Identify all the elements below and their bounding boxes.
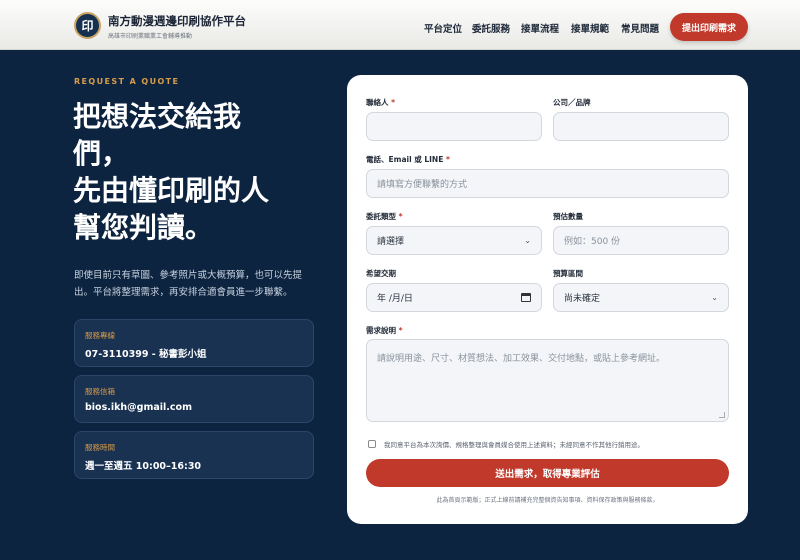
- nav-link-process[interactable]: 接單流程: [521, 21, 559, 35]
- contact-label: 聯絡人 *: [366, 98, 396, 107]
- date-input[interactable]: 年 /月/日: [366, 283, 542, 312]
- form-footnote: 此為首頁示範版；正式上線前請補充完整個資告知事項、資料保存政策與服務條款。: [436, 497, 659, 504]
- budget-label: 預算區間: [553, 269, 583, 278]
- quantity-placeholder: 例如：500 份: [564, 237, 621, 247]
- logo-icon[interactable]: 印: [74, 12, 101, 39]
- date-value: 年 /月/日: [377, 294, 413, 304]
- info-label: 服務信箱: [85, 387, 115, 396]
- contact-method-placeholder: 請填寫方便聯繫的方式: [377, 180, 468, 190]
- nav-link-positioning[interactable]: 平台定位: [424, 21, 462, 35]
- consent-text: 我同意平台為本次詢價、規格整理與會員媒合使用上述資料；未經同意不作其他行銷用途。: [384, 441, 644, 449]
- info-card-hours: 服務時間 週一至週五 10:00–16:30: [74, 431, 314, 479]
- chevron-down-icon: ⌄: [711, 293, 718, 302]
- type-label: 委託類型 *: [366, 212, 403, 221]
- quote-form: 聯絡人 * 公司／品牌 電話、Email 或 LINE * 請填寫方便聯繫的方式…: [347, 75, 748, 524]
- headline-line: 把想法交給我: [73, 100, 242, 133]
- quantity-input[interactable]: 例如：500 份: [553, 226, 729, 255]
- nav-link-rules[interactable]: 接單規範: [571, 21, 609, 35]
- phone-label: 電話、Email 或 LINE *: [366, 155, 450, 164]
- type-select-value: 請選擇: [377, 237, 405, 247]
- submit-request-button[interactable]: 提出印刷需求: [670, 13, 748, 41]
- info-value: 週一至週五 10:00–16:30: [85, 461, 202, 472]
- headline-line: 幫您判讀。: [73, 211, 214, 244]
- info-value: 07-3110399 - 秘書彭小姐: [85, 349, 207, 360]
- headline-line: 們，: [73, 137, 130, 170]
- description-placeholder: 請說明用途、尺寸、材質想法、加工效果、交付地點，或貼上參考網址。: [377, 354, 666, 364]
- description-textarea[interactable]: 請說明用途、尺寸、材質想法、加工效果、交付地點，或貼上參考網址。: [366, 339, 729, 422]
- info-card-email: 服務信箱 bios.ikh@gmail.com: [74, 375, 314, 423]
- date-label: 希望交期: [366, 269, 396, 278]
- site-subtitle: 高雄市印刷業職業工會輔導推動: [108, 33, 193, 40]
- page-title: 把想法交給我 們， 先由懂印刷的人 幫您判讀。: [73, 98, 313, 246]
- description-label: 需求說明 *: [366, 326, 403, 335]
- budget-select-value: 尚未確定: [564, 294, 601, 304]
- section-eyebrow: REQUEST A QUOTE: [74, 77, 180, 86]
- company-label: 公司／品牌: [553, 98, 591, 107]
- company-input[interactable]: [553, 112, 729, 141]
- consent-checkbox[interactable]: [368, 440, 376, 448]
- submit-button[interactable]: 送出需求，取得專業評估: [366, 459, 729, 487]
- nav-link-faq[interactable]: 常見問題: [621, 21, 659, 35]
- info-card-phone: 服務專線 07-3110399 - 秘書彭小姐: [74, 319, 314, 367]
- nav-link-services[interactable]: 委託服務: [472, 21, 510, 35]
- intro-text: 即使目前只有草圖、參考照片或大概預算，也可以先提出。平台將整理需求，再安排合適會…: [74, 270, 303, 298]
- info-label: 服務專線: [85, 331, 115, 340]
- site-title[interactable]: 南方動漫週邊印刷協作平台: [108, 13, 246, 29]
- info-label: 服務時間: [85, 443, 115, 452]
- resize-handle[interactable]: [719, 412, 725, 418]
- calendar-icon[interactable]: [521, 293, 531, 302]
- headline-line: 先由懂印刷的人: [73, 174, 270, 207]
- contact-input[interactable]: [366, 112, 542, 141]
- quantity-label: 預估數量: [553, 212, 583, 221]
- chevron-down-icon: ⌄: [524, 236, 531, 245]
- info-value[interactable]: bios.ikh@gmail.com: [85, 402, 192, 413]
- budget-select[interactable]: 尚未確定 ⌄: [553, 283, 729, 312]
- type-select[interactable]: 請選擇 ⌄: [366, 226, 542, 255]
- contact-method-input[interactable]: 請填寫方便聯繫的方式: [366, 169, 729, 198]
- site-header: 印 南方動漫週邊印刷協作平台 高雄市印刷業職業工會輔導推動 平台定位 委託服務 …: [0, 0, 800, 50]
